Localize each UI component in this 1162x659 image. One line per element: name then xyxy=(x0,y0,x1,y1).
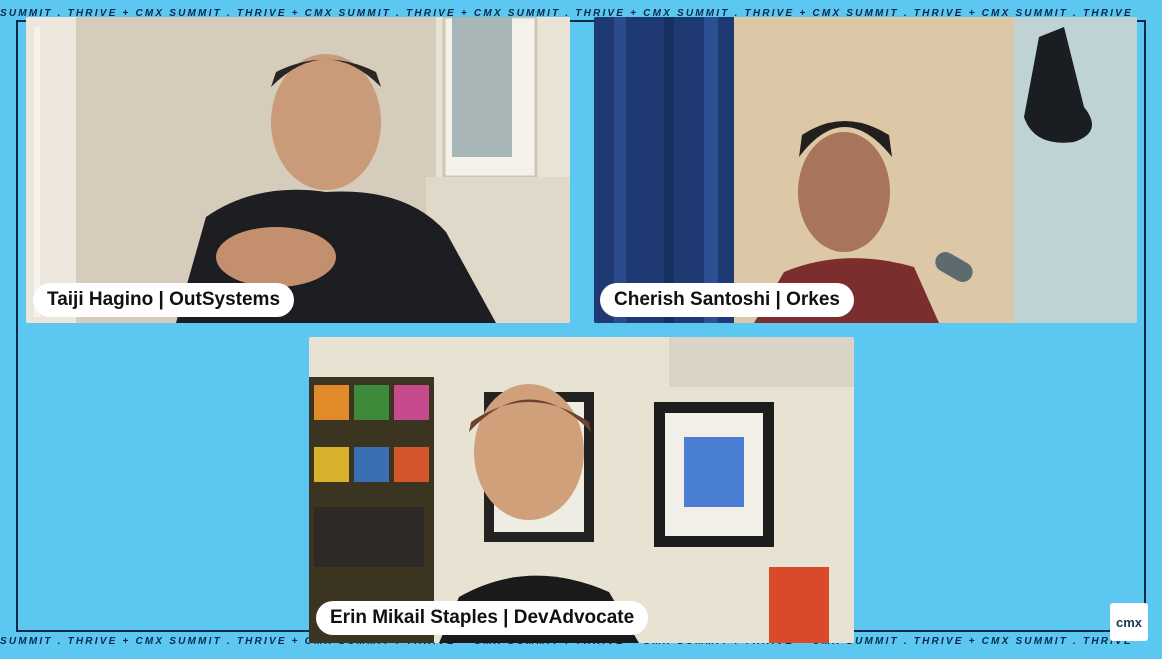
cmx-logo: cmx xyxy=(1110,603,1148,641)
video-tile-erin[interactable]: Erin Mikail Staples | DevAdvocate xyxy=(309,337,854,643)
video-feed-erin xyxy=(309,337,854,643)
video-tile-taiji[interactable]: Taiji Hagino | OutSystems xyxy=(26,17,570,323)
video-tile-cherish[interactable]: Cherish Santoshi | Orkes xyxy=(594,17,1137,323)
video-feed-taiji xyxy=(26,17,570,323)
participant-name-label: Cherish Santoshi | Orkes xyxy=(600,283,854,317)
video-feed-cherish xyxy=(594,17,1137,323)
participant-name-label: Taiji Hagino | OutSystems xyxy=(33,283,295,317)
participant-name-label: Erin Mikail Staples | DevAdvocate xyxy=(316,601,649,635)
